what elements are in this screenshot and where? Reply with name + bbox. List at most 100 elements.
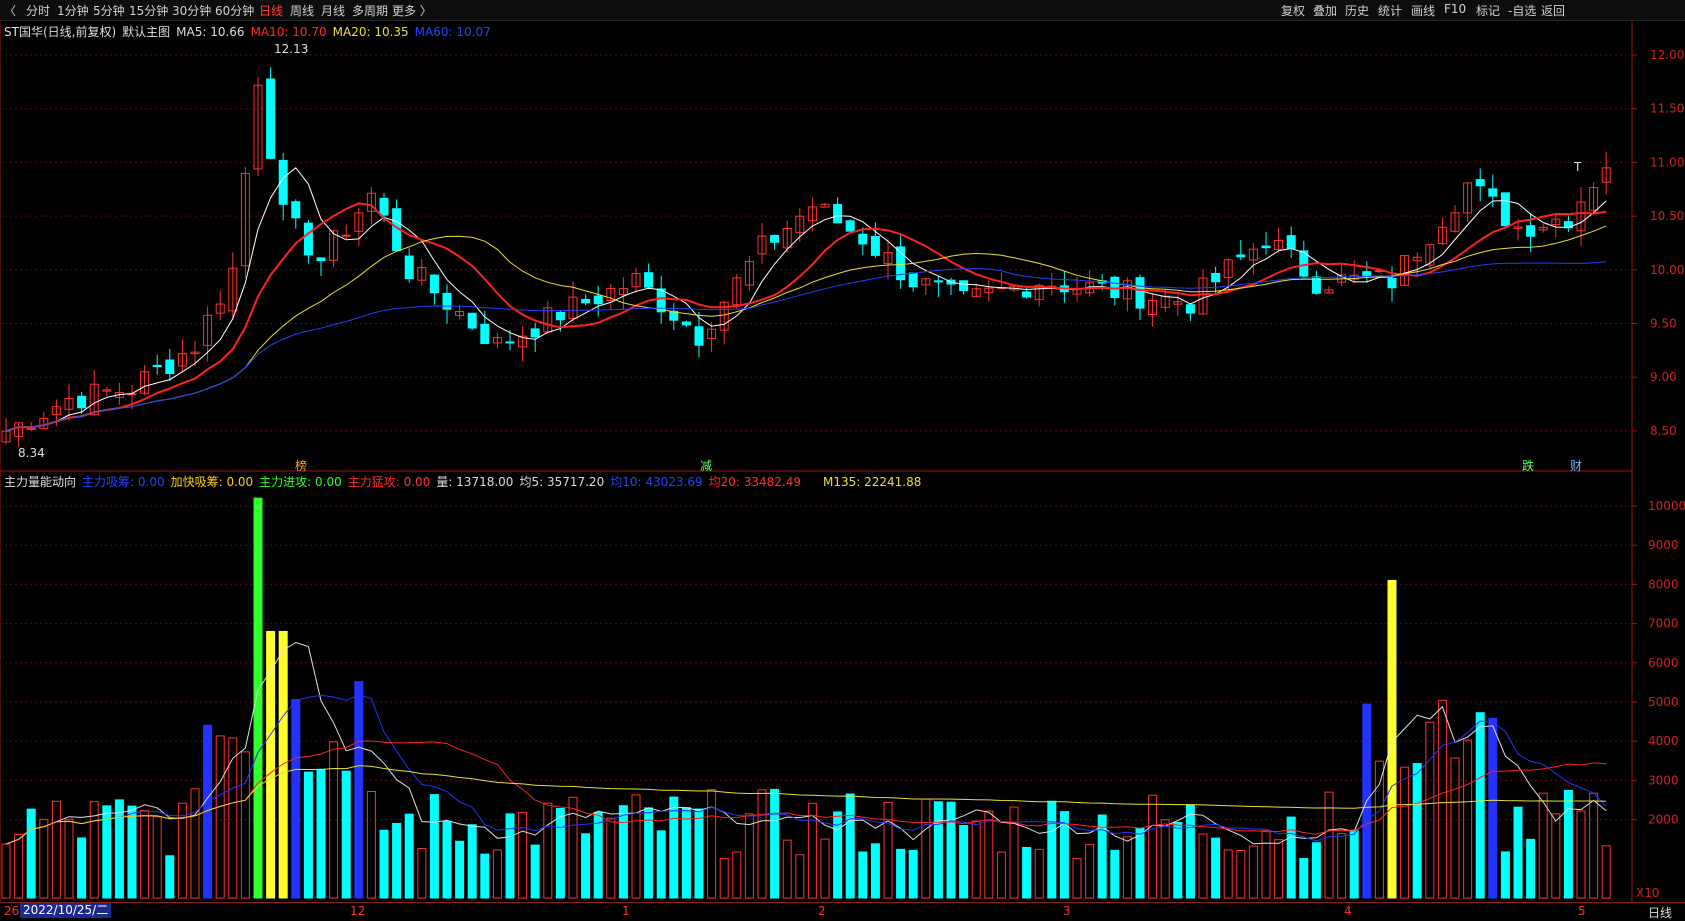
candle (429, 274, 439, 294)
month-mark-1: 1 (622, 904, 630, 918)
ma5-value: MA5: 10.66 (176, 25, 245, 39)
candle (845, 220, 855, 232)
avg5-value: 均5: 35717.20 (519, 475, 605, 489)
volume-bar (946, 801, 956, 899)
volume-bar (1160, 819, 1170, 899)
month-mark-first: 26 (4, 904, 20, 918)
period-label: 日线 (1648, 906, 1673, 920)
ma60-value: MA60: 10.07 (414, 25, 491, 39)
volume-tick-label: 6000 (1648, 656, 1679, 670)
candle (442, 292, 452, 310)
candle (858, 233, 868, 245)
volume-bar (127, 805, 137, 899)
volume-bar (618, 805, 628, 899)
volume-bar (14, 833, 24, 899)
candle (1022, 291, 1032, 298)
volume-bar (1110, 849, 1120, 899)
volume-bar (1463, 739, 1473, 899)
volume-bar (1337, 833, 1347, 899)
candle (1110, 276, 1120, 299)
event-marker-cai[interactable]: 财 (1570, 457, 1582, 474)
main-chart-header: ST国华(日线,前复权) 默认主图 MA5: 10.66 MA10: 10.70 MA2… (4, 23, 497, 40)
volume-bar (644, 807, 654, 899)
month-mark-2: 2 (818, 904, 826, 918)
volume-bar (593, 811, 603, 899)
volume-bar (64, 818, 74, 899)
avg10-value: 均10: 43023.69 (610, 475, 703, 489)
volume-bar (114, 799, 124, 899)
volume-bar (417, 847, 427, 899)
low-price-label: 8.34 (18, 446, 45, 460)
price-tick-label: 11.00 (1650, 155, 1684, 169)
event-marker-bang[interactable]: 榜 (295, 457, 307, 474)
volume-bar (1122, 836, 1132, 899)
volume-bar (1500, 851, 1510, 899)
price-tick-label: 10.00 (1650, 263, 1684, 277)
volume-bar (1601, 845, 1611, 899)
volume-bar (845, 793, 855, 899)
month-mark-12: 12 (350, 904, 366, 918)
volume-bar (1211, 837, 1221, 899)
volume-bar (921, 798, 931, 899)
volume-bar (908, 849, 918, 899)
event-marker-die[interactable]: 跌 (1522, 457, 1534, 474)
volume-bar (1400, 766, 1410, 899)
volume-bar (1248, 845, 1258, 899)
price-tick-label: 9.00 (1650, 370, 1677, 384)
volume-bar (681, 807, 691, 899)
volume-bar (883, 801, 893, 899)
ma10-value: MA10: 10.70 (250, 25, 327, 39)
candle (694, 326, 704, 346)
candle (870, 235, 880, 256)
volume-bar (996, 851, 1006, 899)
volume-tick-label: 7000 (1648, 617, 1679, 631)
event-marker-jian[interactable]: 减 (700, 457, 712, 474)
volume-bar (820, 838, 830, 899)
candle (404, 255, 414, 280)
price-tick-label: 8.50 (1650, 424, 1677, 438)
candle (1261, 245, 1271, 249)
volume-bar (39, 818, 49, 899)
candle (467, 312, 477, 329)
volume-bar (1198, 833, 1208, 899)
candle (933, 280, 943, 283)
volume-bar (757, 789, 767, 899)
volume-bar (379, 829, 389, 899)
volume-bar (631, 794, 641, 899)
volume-bar (51, 800, 61, 899)
volume-bar (467, 824, 477, 899)
chart-canvas[interactable]: 12.00 11.50 11.00 10.50 10.00 9.50 9.00 8.50 100… (0, 0, 1685, 920)
volume-bar (669, 796, 679, 899)
month-mark-3: 3 (1063, 904, 1071, 918)
candle (908, 272, 918, 288)
volume-bar (719, 857, 729, 899)
stock-title[interactable]: ST国华(日线,前复权) (4, 25, 116, 39)
indicator-s2: 加快吸筹: 0.00 (170, 475, 254, 489)
candle (681, 321, 691, 326)
volume-bar (518, 812, 528, 899)
volume-tick-label: 10000 (1648, 499, 1685, 513)
volume-bar (1538, 792, 1548, 899)
volume-bar (152, 816, 162, 899)
volume-bar (190, 788, 200, 899)
volume-bar (707, 789, 717, 899)
volume-bar (228, 737, 238, 899)
volume-bar (795, 854, 805, 899)
volume-bar (316, 768, 326, 899)
candle (1500, 192, 1510, 227)
candle (644, 272, 654, 288)
volume-bar (1563, 790, 1573, 899)
indicator-name[interactable]: 主力量能动向 (4, 475, 76, 489)
volume-bar (1236, 850, 1246, 899)
candle (505, 341, 515, 344)
volume-bar (1374, 760, 1384, 899)
volume-bar (240, 751, 250, 899)
candle (1387, 277, 1397, 289)
candle (1286, 235, 1296, 249)
template-name[interactable]: 默认主图 (122, 25, 170, 39)
candle (530, 328, 540, 338)
candle (152, 364, 162, 368)
candle (1236, 254, 1246, 258)
candle (1362, 271, 1372, 277)
volume-bar (581, 833, 591, 899)
